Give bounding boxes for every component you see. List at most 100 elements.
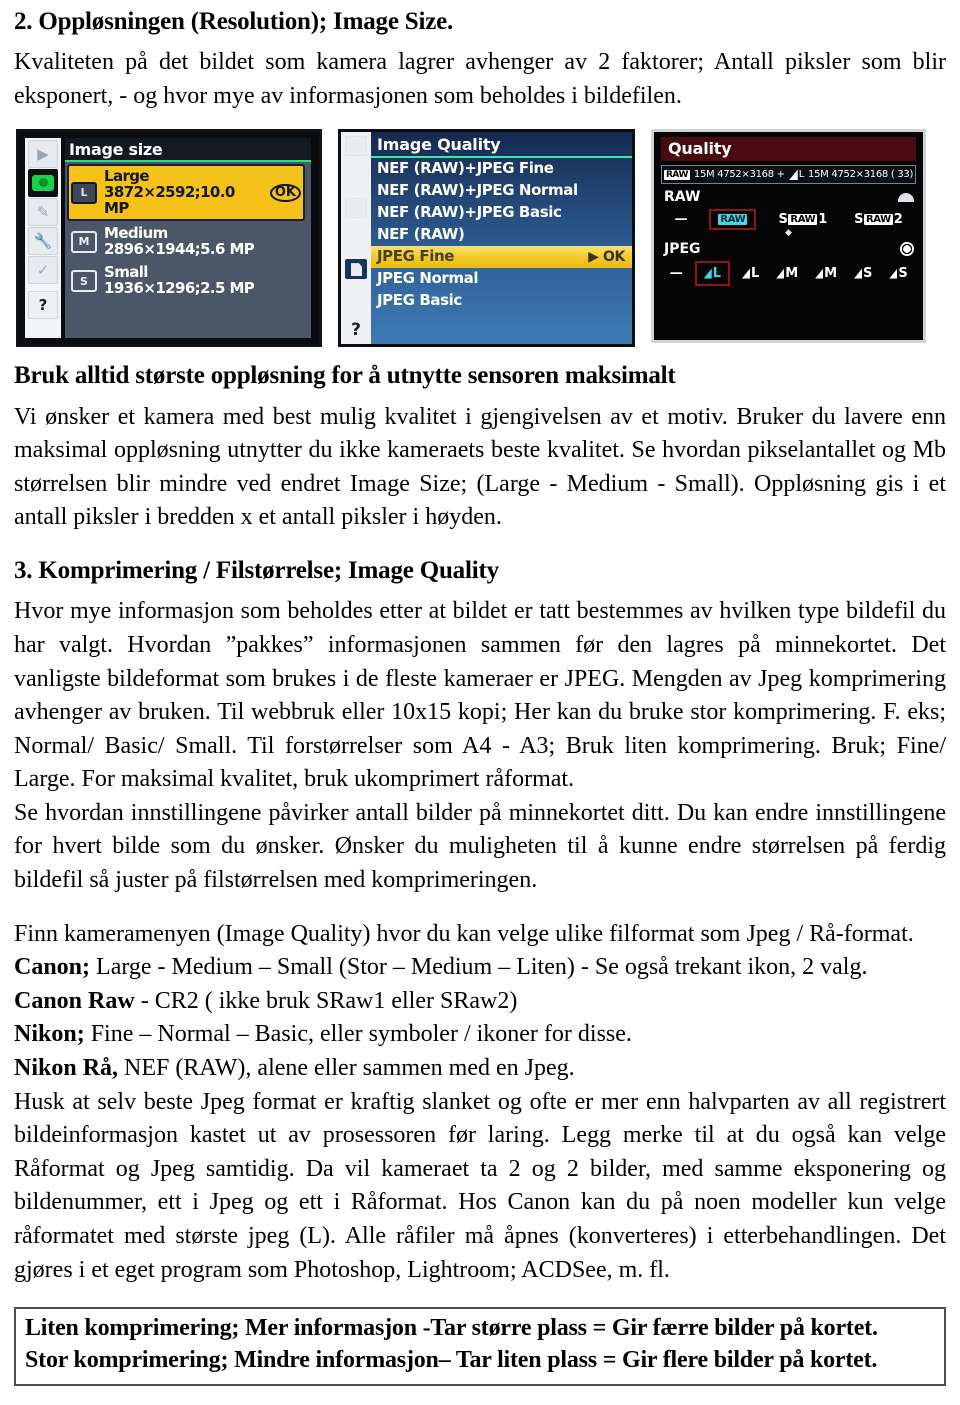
canon-raw-text: - CR2 ( ikke bruk SRaw1 eller SRaw2) <box>140 987 518 1014</box>
canon-raw-row-header: RAW <box>661 184 916 207</box>
setup-wrench-icon: 🔧 <box>28 227 58 256</box>
jpeg-option-normal-small[interactable]: S <box>884 263 912 284</box>
section-3-paragraph-2: Se hvordan innstillingene påvirker antal… <box>14 799 946 894</box>
nikon-image-size-screenshot: ▶ ✎ 🔧 ✓ ? Image size L Large 3872×2592;1… <box>16 129 322 348</box>
summary-callout-box: Liten komprimering; Mer informasjon -Tar… <box>14 1307 946 1386</box>
main-dial-icon <box>898 192 914 202</box>
canon-text: Large - Medium – Small (Stor – Medium – … <box>96 954 868 981</box>
raw-option-sraw1[interactable]: S RAW 1 <box>774 209 832 230</box>
quality-item-nef-jpeg-fine[interactable]: NEF (RAW)+JPEG Fine <box>371 158 632 180</box>
section-2-heading: 2. Oppløsningen (Resolution); Image Size… <box>14 8 454 35</box>
jpeg-normal-medium-letter: M <box>824 266 837 282</box>
canon-raw-line: Canon Raw - CR2 ( ikke bruk SRaw1 eller … <box>14 985 946 1019</box>
canon-raw-label: Canon Raw <box>14 987 135 1014</box>
jpeg-fine-large-icon: L <box>788 169 805 181</box>
jpeg-fine-medium-letter: M <box>785 266 798 282</box>
resolution-block-paragraph: Vi ønsker et kamera med best mulig kvali… <box>14 403 946 531</box>
canon-info-right: 15M 4752×3168 ( 33) <box>808 169 914 181</box>
image-quality-icon <box>345 259 367 280</box>
image-size-option-medium[interactable]: M Medium 2896×1944;5.6 MP <box>69 223 307 260</box>
playback-icon: ▶ <box>28 140 58 169</box>
size-badge-medium: M <box>71 230 97 253</box>
nikon-image-quality-panel: Image Quality NEF (RAW)+JPEG Fine NEF (R… <box>371 132 632 344</box>
size-text-large: Large 3872×2592;10.0 MP <box>104 169 263 216</box>
nikon-image-size-panel: Image size L Large 3872×2592;10.0 MP OK … <box>65 138 311 339</box>
jpeg-option-normal-large[interactable]: L <box>737 263 764 284</box>
size-badge-small: S <box>71 270 97 292</box>
quality-item-jpeg-basic[interactable]: JPEG Basic <box>371 290 632 312</box>
sraw2-suffix: 2 <box>893 212 903 228</box>
help-question-icon: ? <box>28 291 58 320</box>
size-detail-small: 1936×1296;2.5 MP <box>104 279 255 297</box>
image-size-option-large[interactable]: L Large 3872×2592;10.0 MP OK <box>67 164 305 222</box>
sraw2-tag-icon: RAW <box>863 214 893 226</box>
section-3-paragraph-1: Hvor mye informasjon som beholdes etter … <box>14 598 946 793</box>
jpeg-letter: L <box>798 169 805 181</box>
jpeg-normal-small-letter: S <box>898 266 908 282</box>
canon-jpeg-row-header: JPEG <box>661 236 916 259</box>
quick-control-dial-icon <box>900 242 914 257</box>
nikon-image-quality-screenshot: ? Image Quality NEF (RAW)+JPEG Fine NEF … <box>338 129 635 348</box>
canon-label: Canon; <box>14 954 91 981</box>
quality-item-jpeg-normal[interactable]: JPEG Normal <box>371 268 632 290</box>
sraw2-prefix: S <box>854 212 863 228</box>
document-page: 2. Oppløsningen (Resolution); Image Size… <box>0 0 960 1405</box>
nikon-raw-line: Nikon Rå, NEF (RAW), alene eller sammen … <box>14 1052 946 1086</box>
resolution-block-heading: Bruk alltid største oppløsning for å utn… <box>14 362 676 390</box>
size-detail-medium: 2896×1944;5.6 MP <box>104 239 255 258</box>
nikon-raw-text: NEF (RAW), alene eller sammen med en Jpe… <box>124 1055 575 1082</box>
ok-badge-icon: OK <box>269 183 301 202</box>
jpeg-option-fine-large[interactable]: L <box>694 261 730 287</box>
raw-option-raw[interactable]: RAW <box>709 209 757 231</box>
quality-item-nef-jpeg-basic[interactable]: NEF (RAW)+JPEG Basic <box>371 202 632 224</box>
size-badge-large: L <box>71 181 97 204</box>
quality-item-jpeg-fine[interactable]: JPEG Fine ▶ OK <box>371 246 632 269</box>
size-text-small: Small 1936×1296;2.5 MP <box>104 265 255 297</box>
raw-option-none[interactable]: — <box>670 209 693 230</box>
nikon-raw-label: Nikon Rå, <box>14 1055 119 1082</box>
jpeg-option-normal-medium[interactable]: M <box>810 263 841 284</box>
help-question-icon: ? <box>351 320 361 341</box>
jpeg-fine-small-letter: S <box>863 266 872 282</box>
canon-quality-info-bar: RAW 15M 4752×3168 + L 15M 4752×3168 ( 33… <box>661 165 916 185</box>
raw-option-sraw2[interactable]: S RAW 2 <box>849 209 907 230</box>
nikon-quality-rail: ? <box>341 132 371 345</box>
ok-arrow-icon: ▶ OK <box>588 248 625 265</box>
nikon-image-size-title: Image size <box>65 138 311 163</box>
jpeg-option-none[interactable]: — <box>665 263 688 284</box>
jpeg-normal-large-letter: L <box>750 266 759 282</box>
size-detail-large: 3872×2592;10.0 MP <box>104 183 235 217</box>
nikon-menu-rail: ▶ ✎ 🔧 ✓ ? <box>25 138 61 339</box>
jpeg-option-fine-medium[interactable]: M <box>771 263 802 284</box>
closing-paragraph: Husk at selv beste Jpeg format er krafti… <box>14 1088 946 1283</box>
canon-jpeg-options: — L L M M S S <box>661 259 916 288</box>
quality-item-nef-raw[interactable]: NEF (RAW) <box>371 224 632 246</box>
image-size-option-small[interactable]: S Small 1936×1296;2.5 MP <box>69 262 307 299</box>
canon-line: Canon; Large - Medium – Small (Stor – Me… <box>14 951 946 985</box>
nikon-text: Fine – Normal – Basic, eller symboler / … <box>90 1021 632 1048</box>
jpeg-option-fine-small[interactable]: S <box>849 263 877 284</box>
section-3-heading: 3. Komprimering / Filstørrelse; Image Qu… <box>14 557 499 585</box>
nikon-label: Nikon; <box>14 1021 85 1048</box>
canon-quality-title: Quality <box>661 137 916 162</box>
quality-item-jpeg-fine-label: JPEG Fine <box>377 247 454 266</box>
section-2-paragraph: Kvaliteten på det bildet som kamera lagr… <box>14 49 946 109</box>
playback-icon <box>345 136 367 157</box>
quality-item-nef-jpeg-normal[interactable]: NEF (RAW)+JPEG Normal <box>371 180 632 202</box>
shooting-menu-icon <box>345 197 367 218</box>
canon-quality-screenshot: Quality RAW 15M 4752×3168 + L 15M 4752×3… <box>651 129 926 344</box>
raw-tag-icon: RAW <box>663 169 690 180</box>
nikon-image-quality-title: Image Quality <box>371 132 632 159</box>
retouch-icon: ✓ <box>28 256 58 285</box>
custom-setting-icon: ✎ <box>28 198 58 227</box>
canon-raw-label: RAW <box>664 189 701 206</box>
canon-info-left: 15M 4752×3168 + <box>693 169 785 181</box>
camera-menu-intro: Finn kameramenyen (Image Quality) hvor d… <box>14 920 914 947</box>
camera-screens-figure-row: ▶ ✎ 🔧 ✓ ? Image size L Large 3872×2592;1… <box>16 129 946 348</box>
callout-line-1: Liten komprimering; Mer informasjon -Tar… <box>25 1315 878 1342</box>
sraw1-suffix: 1 <box>818 212 827 228</box>
raw-tag-selected-icon: RAW <box>718 214 748 226</box>
jpeg-fine-large-letter: L <box>712 266 721 282</box>
size-text-medium: Medium 2896×1944;5.6 MP <box>104 226 255 258</box>
callout-line-2: Stor komprimering; Mindre informasjon– T… <box>25 1347 878 1374</box>
